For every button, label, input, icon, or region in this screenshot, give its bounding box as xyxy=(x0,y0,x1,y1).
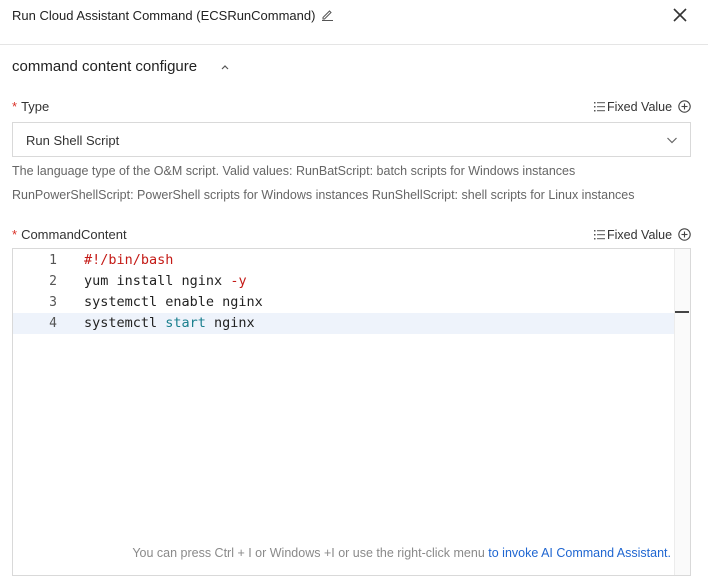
type-fixed-value-toggle[interactable]: Fixed Value xyxy=(607,99,672,115)
command-content-label: * CommandContent xyxy=(12,227,127,243)
line-number: 4 xyxy=(49,316,57,331)
plus-circle-icon[interactable] xyxy=(678,228,691,241)
list-icon[interactable] xyxy=(594,101,605,112)
scroll-position-marker xyxy=(675,311,689,313)
pencil-icon[interactable] xyxy=(321,8,334,21)
plus-circle-icon[interactable] xyxy=(678,100,691,113)
chevron-up-icon[interactable] xyxy=(220,62,230,72)
code-line-active[interactable]: 4 systemctl start nginx xyxy=(13,313,676,334)
code-text: systemctl enable nginx xyxy=(84,294,263,310)
type-help-line-1: The language type of the O&M script. Val… xyxy=(12,164,576,178)
line-number: 2 xyxy=(49,274,57,289)
required-mark: * xyxy=(12,227,18,242)
code-token-flag: -y xyxy=(230,273,247,289)
dialog-header: Run Cloud Assistant Command (ECSRunComma… xyxy=(0,0,708,45)
code-token: nginx xyxy=(205,315,255,331)
ai-assistant-link[interactable]: to invoke AI Command Assistant. xyxy=(488,546,671,560)
command-fixed-value-toggle[interactable]: Fixed Value xyxy=(607,227,672,243)
code-line[interactable]: 1 #!/bin/bash xyxy=(13,250,676,271)
code-line[interactable]: 3 systemctl enable nginx xyxy=(13,292,676,313)
chevron-down-icon xyxy=(667,137,677,144)
command-content-label-text: CommandContent xyxy=(21,227,127,242)
code-text: #!/bin/bash xyxy=(84,252,174,268)
type-label: * Type xyxy=(12,99,49,115)
code-token: systemctl xyxy=(84,315,166,331)
editor-hint-text: You can press Ctrl + I or Windows +I or … xyxy=(132,546,489,560)
code-token-keyword: start xyxy=(165,315,206,331)
editor-hint: You can press Ctrl + I or Windows +I or … xyxy=(132,545,671,561)
line-number: 1 xyxy=(49,253,57,268)
type-select-value: Run Shell Script xyxy=(26,133,120,148)
code-editor[interactable]: 1 #!/bin/bash 2 yum install nginx -y 3 s… xyxy=(12,248,691,576)
type-help-line-2: RunPowerShellScript: PowerShell scripts … xyxy=(12,188,635,202)
type-label-text: Type xyxy=(21,99,50,114)
code-text: systemctl start nginx xyxy=(84,313,255,334)
dialog-title: Run Cloud Assistant Command (ECSRunComma… xyxy=(12,8,316,23)
code-token: yum install nginx xyxy=(84,273,231,289)
editor-scrollbar[interactable] xyxy=(674,249,690,575)
list-icon[interactable] xyxy=(594,229,605,240)
code-text: yum install nginx -y xyxy=(84,271,247,292)
code-line[interactable]: 2 yum install nginx -y xyxy=(13,271,676,292)
line-number: 3 xyxy=(49,295,57,310)
section-title[interactable]: command content configure xyxy=(12,58,197,76)
required-mark: * xyxy=(12,99,18,114)
close-icon[interactable] xyxy=(671,6,689,24)
type-select[interactable]: Run Shell Script xyxy=(12,122,691,157)
